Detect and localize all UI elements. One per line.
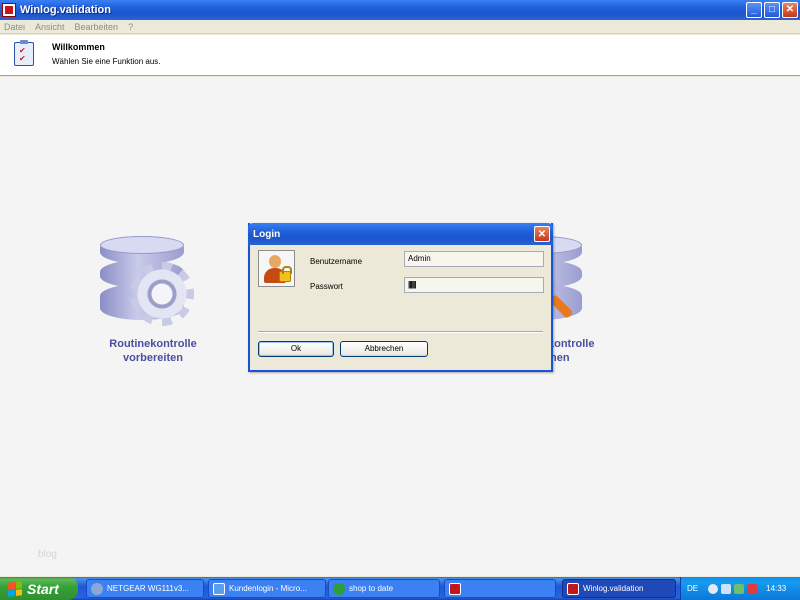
header-title: Willkommen xyxy=(52,42,105,52)
header-subtitle: Wählen Sie eine Funktion aus. xyxy=(52,57,161,66)
user-lock-icon xyxy=(258,250,295,287)
taskbar-item-kundenlogin[interactable]: Kundenlogin - Micro... xyxy=(208,579,326,598)
safely-remove-icon[interactable] xyxy=(734,583,745,594)
maximize-button[interactable]: □ xyxy=(764,2,780,18)
taskbar-item-winlog[interactable]: Winlog.validation xyxy=(562,579,676,598)
cancel-button[interactable]: Abbrechen xyxy=(340,341,428,357)
winlog-icon xyxy=(567,582,579,595)
database-top xyxy=(100,236,184,254)
menu-datei[interactable]: Datei xyxy=(4,22,25,32)
dialog-separator xyxy=(258,331,543,333)
tile-label-line2: vorbereiten xyxy=(123,352,183,364)
start-label: Start xyxy=(27,580,59,597)
login-close-button[interactable]: ✕ xyxy=(534,226,550,242)
login-dialog-titlebar[interactable]: Login ✕ xyxy=(248,223,553,245)
menu-bearbeiten[interactable]: Bearbeiten xyxy=(75,22,119,32)
menu-help[interactable]: ? xyxy=(128,22,133,32)
watermark-text: blog xyxy=(38,549,57,560)
routinekontrolle-vorbereiten-tile[interactable] xyxy=(100,236,194,336)
minimize-button[interactable]: _ xyxy=(746,2,762,18)
taskbar-item-label: NETGEAR WG111v3... xyxy=(107,584,189,593)
taskbar: Start NETGEAR WG111v3... Kundenlogin - M… xyxy=(0,577,800,600)
password-label: Passwort xyxy=(310,282,343,291)
close-button[interactable]: ✕ xyxy=(782,2,798,18)
winlog-app-icon xyxy=(2,3,16,17)
taskbar-item-label: Winlog.validation xyxy=(583,584,644,593)
menu-ansicht[interactable]: Ansicht xyxy=(35,22,65,32)
tile-label-line1: Routinekontrolle xyxy=(109,338,197,350)
windows-flag-icon xyxy=(8,580,22,597)
window-title: Winlog.validation xyxy=(20,4,111,16)
internet-explorer-icon xyxy=(213,582,225,595)
welcome-header: ✔ ✔ Willkommen Wählen Sie eine Funktion … xyxy=(0,35,800,76)
winlog-tray-icon[interactable] xyxy=(747,583,758,594)
network-tray-icon[interactable] xyxy=(708,583,719,594)
tile-label-line1: kontrolle xyxy=(548,338,595,350)
login-dialog-title: Login xyxy=(253,228,281,240)
taskbar-item-winlog-secondary[interactable] xyxy=(444,579,556,598)
winlog-icon xyxy=(449,582,461,595)
taskbar-item-label: shop to date xyxy=(349,584,394,593)
password-field[interactable]: |||||| xyxy=(404,277,544,293)
taskbar-item-netgear[interactable]: NETGEAR WG111v3... xyxy=(86,579,204,598)
network-icon xyxy=(91,582,103,595)
menu-bar: Datei Ansicht Bearbeiten ? xyxy=(0,20,800,34)
window-titlebar[interactable]: Winlog.validation _ □ ✕ xyxy=(0,0,800,20)
taskbar-item-shop[interactable]: shop to date xyxy=(328,579,440,598)
login-dialog: Login ✕ Benutzername Admin Passwort ||||… xyxy=(248,223,553,372)
tile-label-line2: hen xyxy=(550,352,570,364)
username-field[interactable]: Admin xyxy=(404,251,544,267)
clipboard-checklist-icon: ✔ ✔ xyxy=(14,40,34,66)
shop-icon xyxy=(333,582,345,595)
system-tray: DE 14:33 xyxy=(680,577,800,600)
start-button[interactable]: Start xyxy=(0,577,78,600)
ok-button[interactable]: Ok xyxy=(258,341,334,357)
username-label: Benutzername xyxy=(310,257,363,266)
clock: 14:33 xyxy=(766,584,787,593)
gear-icon xyxy=(130,262,194,326)
tile-label-routinekontrolle[interactable]: Routinekontrolle vorbereiten xyxy=(90,337,216,365)
volume-icon[interactable] xyxy=(721,583,732,594)
language-indicator[interactable]: DE xyxy=(687,584,698,593)
tile-label-kontrolle[interactable]: kontrolle hen xyxy=(548,337,618,365)
taskbar-item-label: Kundenlogin - Micro... xyxy=(229,584,307,593)
